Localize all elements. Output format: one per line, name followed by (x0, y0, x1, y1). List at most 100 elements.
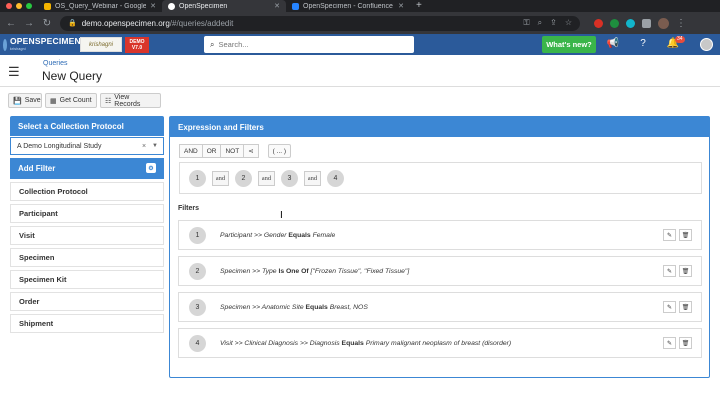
expression-filters-header: Expression and Filters (170, 117, 709, 137)
filter-description: Visit >> Clinical Diagnosis >> Diagnosis… (220, 339, 512, 347)
form-item-collection-protocol[interactable]: Collection Protocol (10, 182, 164, 201)
parenthesis-button[interactable]: ( ... ) (267, 144, 292, 158)
search-icon: ⌕ (210, 39, 215, 49)
close-tab-icon[interactable]: ✕ (398, 2, 404, 10)
lock-icon[interactable]: 🔒 (68, 19, 77, 27)
key-icon[interactable]: ⚿ (524, 18, 530, 28)
browser-tab-strip: OS_Query_Webinar - Google Sli ✕ OpenSpec… (0, 0, 720, 12)
get-count-button[interactable]: ▦ Get Count (45, 93, 97, 108)
edit-filter-button[interactable]: ✎ (663, 229, 676, 241)
collection-protocol-header: Select a Collection Protocol (10, 116, 164, 136)
form-item-shipment[interactable]: Shipment (10, 314, 164, 333)
extension-icons: ⋮ (594, 17, 686, 29)
filter-description: Participant >> Gender Equals Female (220, 231, 336, 239)
delete-filter-button[interactable]: 🗑 (679, 229, 692, 241)
trash-icon: 🗑 (681, 340, 690, 347)
not-operator-button[interactable]: NOT (220, 144, 245, 158)
megaphone-icon[interactable]: 📢 (606, 38, 620, 49)
extension-red-icon[interactable] (594, 18, 603, 28)
minimize-window-icon[interactable] (16, 3, 22, 9)
user-avatar[interactable] (700, 38, 713, 51)
chevron-down-icon[interactable]: ▼ (152, 143, 158, 149)
clear-selection-icon[interactable]: × (142, 143, 146, 150)
search-input[interactable] (218, 40, 399, 49)
address-bar[interactable]: 🔒 demo.openspecimen.org/#/queries/addedi… (60, 15, 580, 31)
new-tab-button[interactable]: + (410, 0, 428, 12)
and-operator-button[interactable]: AND (179, 144, 203, 158)
expression-token-operator[interactable]: and (258, 170, 275, 186)
extension-teal-icon[interactable] (626, 18, 635, 28)
forward-icon[interactable]: → (24, 18, 34, 29)
global-search[interactable]: ⌕ (204, 36, 414, 53)
close-tab-icon[interactable]: ✕ (150, 2, 156, 10)
form-item-specimen-kit[interactable]: Specimen Kit (10, 270, 164, 289)
browser-tab-confluence[interactable]: OpenSpecimen - Confluence ✕ (286, 0, 410, 12)
collection-protocol-select[interactable]: A Demo Longitudinal Study × ▼ (10, 137, 164, 155)
extensions-puzzle-icon[interactable] (642, 18, 651, 28)
filter-number: 1 (189, 226, 206, 244)
filter-number: 3 (189, 298, 206, 316)
close-tab-icon[interactable]: ✕ (274, 2, 280, 10)
browser-toolbar: ← → ↻ 🔒 demo.openspecimen.org/#/queries/… (0, 12, 720, 34)
logo-subtext: krishagni (10, 46, 26, 51)
url-text[interactable]: demo.openspecimen.org/#/queries/addedit (82, 19, 519, 28)
expression-token-filter[interactable]: 2 (235, 169, 252, 187)
save-button[interactable]: 💾 Save (8, 93, 42, 108)
logo-text: OPENSPECIMEN krishagni (10, 35, 81, 51)
or-operator-button[interactable]: OR (201, 144, 222, 158)
expression-token-operator[interactable]: and (304, 170, 321, 186)
share-icon[interactable]: ⇪ (550, 18, 557, 28)
view-records-button[interactable]: ☷ View Records (100, 93, 161, 108)
trash-icon: 🗑 (681, 232, 690, 239)
delete-filter-button[interactable]: 🗑 (679, 337, 692, 349)
help-icon[interactable]: ? (636, 38, 650, 49)
delete-filter-button[interactable]: 🗑 (679, 265, 692, 277)
edit-filter-button[interactable]: ✎ (663, 301, 676, 313)
slides-favicon-icon (44, 2, 51, 10)
filter-row: 1 Participant >> Gender Equals Female ✎ … (178, 220, 702, 250)
filter-description: Specimen >> Type Is One Of ["Frozen Tiss… (220, 267, 410, 275)
operator-toolbar: AND OR NOT ⋖ ( ... ) (179, 144, 292, 158)
browser-profile-avatar[interactable] (658, 17, 669, 29)
openspecimen-logo[interactable]: OPENSPECIMEN krishagni (0, 35, 81, 53)
browser-tab-slides[interactable]: OS_Query_Webinar - Google Sli ✕ (38, 0, 162, 12)
form-item-specimen[interactable]: Specimen (10, 248, 164, 267)
breadcrumb-queries[interactable]: Queries (43, 60, 68, 67)
filters-label: Filters (178, 205, 200, 212)
filter-info-icon[interactable]: ⚙ (146, 163, 156, 173)
add-filter-label: Add Filter (18, 164, 56, 173)
zoom-icon[interactable]: ⌕ (538, 18, 542, 28)
edit-filter-button[interactable]: ✎ (663, 265, 676, 277)
expression-filters-panel: Expression and Filters AND OR NOT ⋖ ( ..… (169, 116, 710, 378)
form-item-participant[interactable]: Participant (10, 204, 164, 223)
back-icon[interactable]: ← (6, 18, 16, 29)
filter-number: 4 (189, 334, 206, 352)
mouse-cursor-icon: I (280, 210, 283, 221)
maximize-window-icon[interactable] (26, 3, 32, 9)
expression-token-filter[interactable]: 1 (189, 169, 206, 187)
close-window-icon[interactable] (6, 3, 12, 9)
query-expression[interactable]: 1 and 2 and 3 and 4 (179, 162, 702, 194)
hamburger-menu-icon[interactable]: ☰ (8, 64, 20, 80)
tab-label: OpenSpecimen - Confluence (303, 2, 393, 10)
app-header: OPENSPECIMEN krishagni krishagni DEMO V7.… (0, 34, 720, 55)
url-path: /#/queries/addedit (169, 18, 234, 28)
edit-filter-button[interactable]: ✎ (663, 337, 676, 349)
whats-new-button[interactable]: What's new? (542, 36, 596, 53)
pencil-icon: ✎ (666, 340, 673, 347)
get-count-label: Get Count (59, 97, 92, 104)
nested-operator-button[interactable]: ⋖ (243, 144, 259, 158)
form-item-visit[interactable]: Visit (10, 226, 164, 245)
reload-icon[interactable]: ↻ (42, 18, 52, 29)
tab-label: OS_Query_Webinar - Google Sli (55, 2, 147, 10)
expression-token-filter[interactable]: 3 (281, 169, 298, 187)
browser-tab-openspecimen[interactable]: OpenSpecimen ✕ (162, 0, 286, 12)
expression-token-operator[interactable]: and (212, 170, 229, 186)
omnibox-icons: ⚿ ⌕ ⇪ ☆ (524, 18, 572, 28)
delete-filter-button[interactable]: 🗑 (679, 301, 692, 313)
browser-menu-icon[interactable]: ⋮ (676, 18, 686, 29)
extension-green-icon[interactable] (610, 18, 619, 28)
form-item-order[interactable]: Order (10, 292, 164, 311)
bookmark-star-icon[interactable]: ☆ (565, 18, 572, 28)
expression-token-filter[interactable]: 4 (327, 169, 344, 187)
